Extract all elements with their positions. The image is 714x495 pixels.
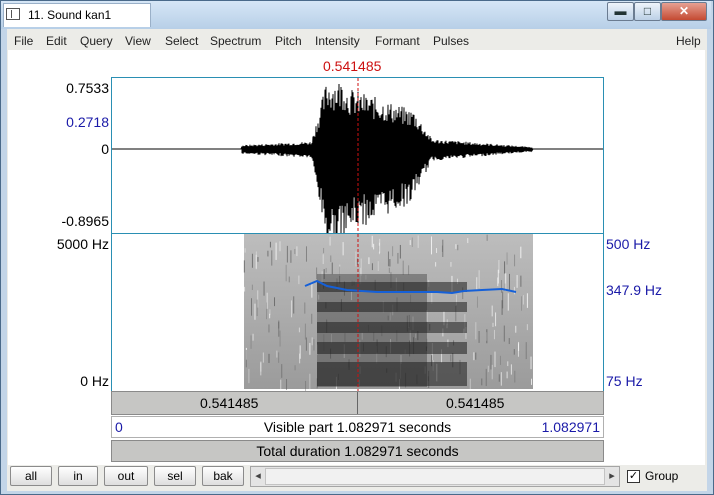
cursor-time-label: 0.541485 <box>323 58 382 74</box>
formant-band <box>317 302 467 312</box>
group-label: Group <box>645 469 679 483</box>
pitch-cursor-value: 347.9 Hz <box>606 282 663 298</box>
group-checkbox[interactable]: ✓ <box>627 470 640 483</box>
waveform-pane[interactable] <box>111 77 604 234</box>
close-button[interactable]: ✕ <box>661 2 707 21</box>
menu-view[interactable]: View <box>125 34 151 48</box>
formant-band <box>317 282 467 292</box>
total-duration-label: Total duration 1.082971 seconds <box>256 443 459 459</box>
menu-spectrum[interactable]: Spectrum <box>210 34 261 48</box>
menu-edit[interactable]: Edit <box>46 34 67 48</box>
zoom-in-button[interactable]: in <box>58 466 98 486</box>
zoom-sel-button[interactable]: sel <box>154 466 196 486</box>
time-bar-left-value: 0.541485 <box>200 395 259 411</box>
minimize-button[interactable]: ▬ <box>607 2 634 21</box>
formant-band <box>317 342 467 354</box>
pitch-max-label: 500 Hz <box>606 236 651 252</box>
spectrogram-min-freq: 0 Hz <box>80 373 109 389</box>
pitch-min-label: 75 Hz <box>606 373 643 389</box>
visible-part-bar[interactable]: 0 Visible part 1.082971 seconds 1.082971 <box>111 416 604 438</box>
menu-query[interactable]: Query <box>80 34 113 48</box>
menu-pitch[interactable]: Pitch <box>275 34 302 48</box>
menu-help[interactable]: Help <box>676 34 701 48</box>
waveform-zero-label: 0 <box>101 141 109 157</box>
menu-pulses[interactable]: Pulses <box>433 34 469 48</box>
menu-intensity[interactable]: Intensity <box>315 34 360 48</box>
formant-band <box>317 362 467 376</box>
time-bar-divider <box>357 392 358 414</box>
selection-time-bar[interactable]: 0.541485 0.541485 <box>111 391 604 415</box>
visible-end-value: 1.082971 <box>541 419 600 435</box>
waveform-max-label: 0.7533 <box>66 80 109 96</box>
spectrogram-plot <box>243 234 533 392</box>
time-bar-right-value: 0.541485 <box>446 395 505 411</box>
menu-file[interactable]: File <box>14 34 33 48</box>
zoom-out-button[interactable]: out <box>104 466 148 486</box>
scroll-right-arrow-icon[interactable]: ▸ <box>605 467 619 486</box>
formant-band <box>317 322 467 333</box>
zoom-back-button[interactable]: bak <box>202 466 244 486</box>
menu-select[interactable]: Select <box>165 34 198 48</box>
total-duration-bar[interactable]: Total duration 1.082971 seconds <box>111 440 604 462</box>
waveform-min-label: -0.8965 <box>61 213 109 229</box>
horizontal-scrollbar[interactable]: ◂ ▸ <box>250 466 620 487</box>
waveform-cursor-value: 0.2718 <box>66 114 109 130</box>
maximize-button[interactable]: □ <box>634 2 661 21</box>
zoom-all-button[interactable]: all <box>10 466 52 486</box>
formant-band <box>317 376 467 386</box>
scroll-left-arrow-icon[interactable]: ◂ <box>251 467 265 486</box>
menu-formant[interactable]: Formant <box>375 34 420 48</box>
waveform-plot <box>112 78 603 233</box>
scrollbar-thumb[interactable] <box>265 468 605 485</box>
window-title: 11. Sound kan1 <box>28 8 112 22</box>
praat-app-icon <box>6 8 20 20</box>
spectrogram-max-freq: 5000 Hz <box>56 236 109 252</box>
spectrogram-pane[interactable] <box>111 234 604 392</box>
